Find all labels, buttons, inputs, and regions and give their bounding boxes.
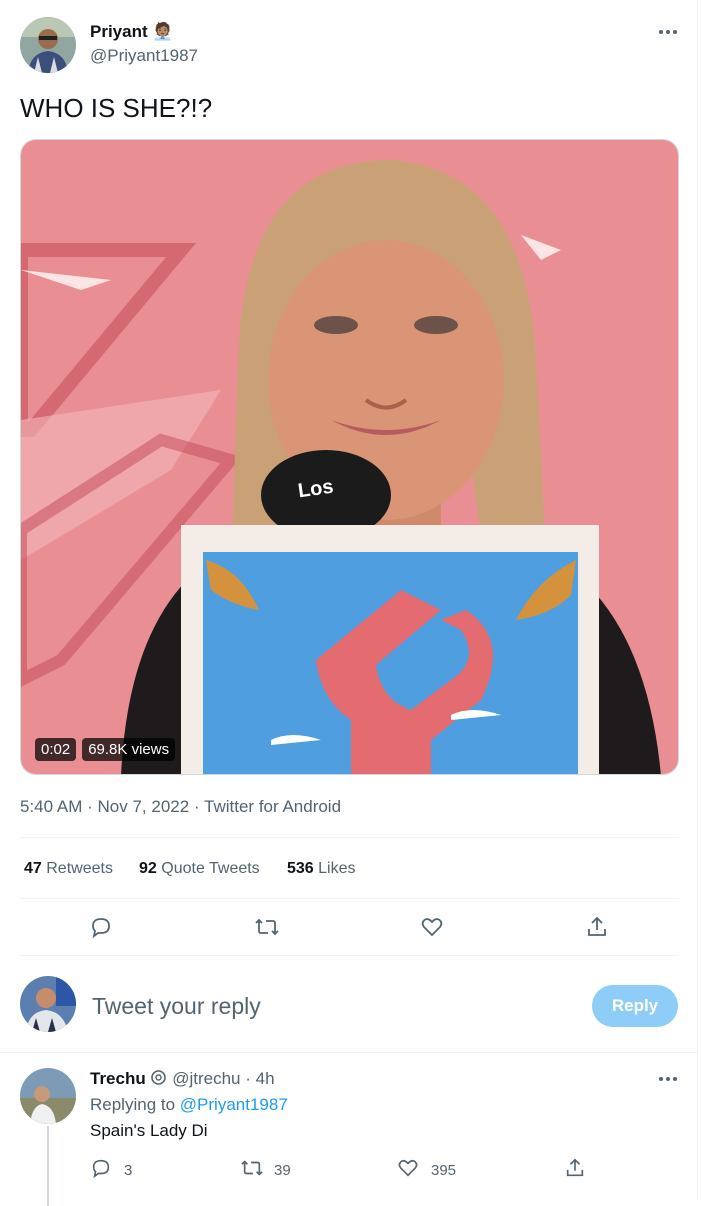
like-icon[interactable]: [420, 915, 444, 944]
reply-author-handle[interactable]: @jtrechu: [172, 1069, 240, 1088]
video-views: 69.8K views: [82, 738, 176, 761]
likes-stat[interactable]: 536 Likes: [287, 860, 356, 878]
likes-count: 536: [287, 860, 314, 877]
thread-line: [47, 1126, 49, 1206]
likes-label: Likes: [318, 860, 356, 877]
retweet-icon: [240, 1157, 264, 1184]
quotes-stat[interactable]: 92 Quote Tweets: [139, 860, 260, 878]
retweets-count: 47: [24, 860, 42, 877]
reply-like-count: 395: [431, 1162, 457, 1179]
user-avatar[interactable]: [20, 976, 76, 1032]
meta-separator: ·: [87, 797, 93, 816]
author-name-row: Priyant 🧑🏽‍💼: [90, 22, 173, 42]
replying-prefix: Replying to: [90, 1095, 176, 1114]
replying-to: Replying to @Priyant1987: [90, 1095, 288, 1115]
reply-author-avatar[interactable]: [20, 1068, 76, 1124]
video-duration: 0:02: [35, 738, 77, 761]
meta-separator: ·: [193, 797, 200, 816]
more-icon[interactable]: [657, 25, 679, 44]
mic-logo: Los: [296, 475, 335, 503]
reply-reply-action[interactable]: 3: [90, 1157, 132, 1184]
author-handle[interactable]: @Priyant1987: [90, 46, 198, 66]
retweet-icon[interactable]: [254, 915, 280, 944]
reply-icon: [90, 1157, 112, 1184]
quotes-label: Quote Tweets: [161, 860, 260, 877]
replying-handle-link[interactable]: @Priyant1987: [180, 1095, 288, 1114]
author-emoji: 🧑🏽‍💼: [152, 22, 174, 41]
video-frame-illustration: [21, 140, 678, 774]
reply-reply-count: 3: [124, 1162, 133, 1179]
reply-retweet-count: 39: [274, 1162, 291, 1179]
tweet-date[interactable]: Nov 7, 2022: [98, 797, 190, 816]
tweet-text: WHO IS SHE?!?: [20, 93, 213, 123]
divider: [20, 955, 679, 956]
reply-retweet-action[interactable]: 39: [240, 1157, 291, 1184]
author-avatar[interactable]: [20, 17, 76, 73]
tweet-time[interactable]: 5:40 AM: [20, 797, 82, 816]
video-badges: 0:02 69.8K views: [35, 738, 176, 761]
author-name[interactable]: Priyant: [90, 22, 148, 41]
reply-header: Trechu @jtrechu · 4h: [90, 1069, 275, 1091]
reply-like-action[interactable]: 395: [397, 1157, 456, 1184]
reply-share-icon[interactable]: [564, 1157, 586, 1184]
retweets-stat[interactable]: 47 Retweets: [24, 860, 113, 878]
reply-age[interactable]: · 4h: [245, 1069, 274, 1088]
reply-author-name[interactable]: Trechu: [90, 1069, 146, 1088]
retweets-label: Retweets: [46, 860, 113, 877]
tweet-source[interactable]: Twitter for Android: [204, 797, 341, 816]
reply-icon[interactable]: [89, 915, 113, 944]
tweet-meta: 5:40 AM · Nov 7, 2022 · Twitter for Andr…: [20, 797, 341, 817]
divider: [20, 898, 679, 899]
right-border: [697, 0, 698, 1200]
quotes-count: 92: [139, 860, 157, 877]
reply-more-icon[interactable]: [657, 1072, 679, 1091]
reply-text: Spain's Lady Di: [90, 1121, 208, 1140]
tweet-video[interactable]: Los 0:02 69.8K views: [20, 139, 679, 775]
reply-input[interactable]: Tweet your reply: [92, 993, 261, 1020]
divider: [20, 837, 679, 838]
reply-button[interactable]: Reply: [592, 985, 678, 1027]
verified-gear-icon: [150, 1069, 167, 1091]
divider: [0, 1052, 697, 1053]
like-icon: [397, 1157, 419, 1184]
share-icon[interactable]: [585, 915, 609, 944]
